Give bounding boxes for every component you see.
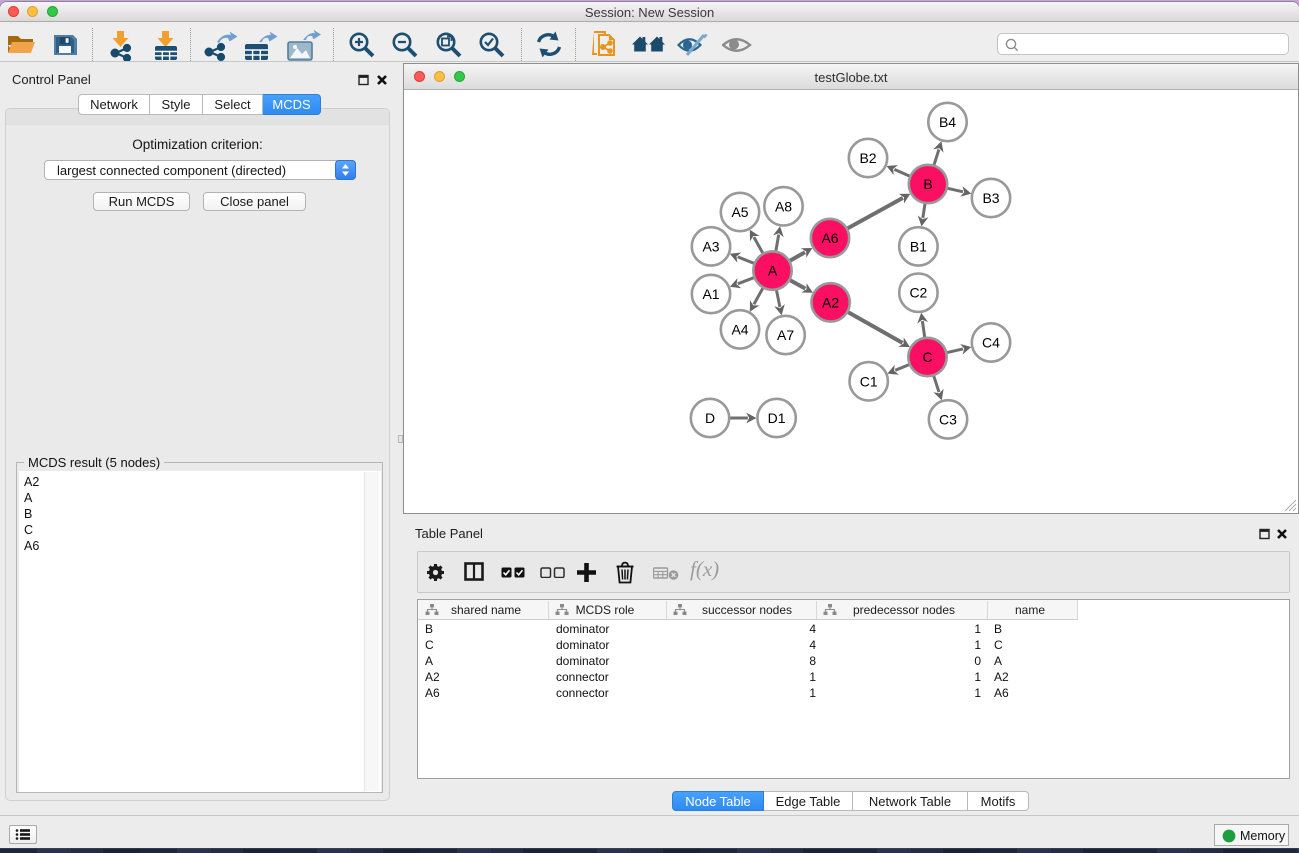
svg-text:D: D — [704, 410, 714, 426]
svg-text:A8: A8 — [774, 198, 791, 214]
svg-text:B4: B4 — [938, 114, 955, 130]
svg-text:A1: A1 — [702, 286, 719, 302]
svg-text:B: B — [923, 176, 932, 192]
svg-text:A4: A4 — [731, 321, 748, 337]
svg-text:D1: D1 — [767, 410, 785, 426]
svg-text:B1: B1 — [909, 238, 926, 254]
svg-text:C4: C4 — [982, 334, 1000, 350]
svg-text:C3: C3 — [939, 411, 957, 427]
svg-text:B2: B2 — [859, 150, 876, 166]
svg-text:A: A — [767, 262, 777, 278]
svg-text:C: C — [922, 349, 932, 365]
svg-text:A6: A6 — [821, 230, 838, 246]
svg-text:A3: A3 — [702, 238, 719, 254]
svg-text:B3: B3 — [982, 190, 999, 206]
svg-text:C1: C1 — [859, 373, 877, 389]
svg-text:A2: A2 — [822, 294, 839, 310]
svg-text:A5: A5 — [731, 204, 748, 220]
svg-text:C2: C2 — [909, 284, 927, 300]
svg-text:A7: A7 — [777, 327, 794, 343]
